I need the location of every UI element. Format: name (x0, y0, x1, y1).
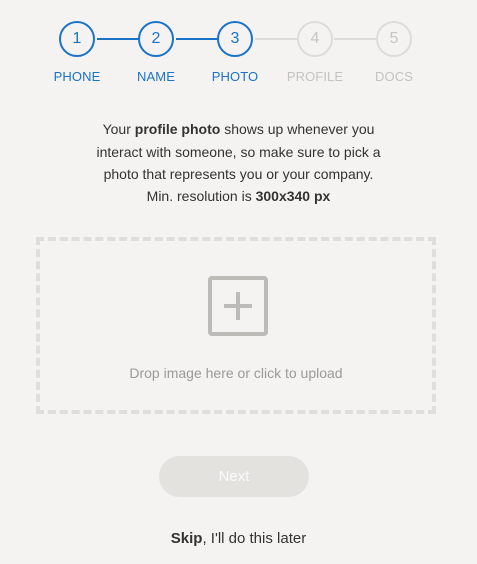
step-connector (255, 38, 297, 40)
step-3-circle[interactable]: 3 (217, 21, 253, 57)
step-2-label: NAME (137, 69, 175, 84)
dropzone-text: Drop image here or click to upload (129, 365, 343, 381)
skip-link[interactable]: Skip (171, 530, 203, 547)
progress-stepper: 1 2 3 4 5 PHONE NAME PHOTO PROFILE DOCS (0, 0, 477, 100)
image-dropzone[interactable]: Drop image here or click to upload (36, 237, 436, 414)
step-connector (176, 38, 218, 40)
step-1-label: PHONE (53, 69, 101, 84)
skip-rest-text: , I'll do this later (202, 530, 307, 547)
step-5-circle: 5 (376, 21, 412, 57)
step-connector (97, 38, 139, 40)
intro-prefix: Your (102, 121, 135, 137)
step-5-label: DOCS (375, 69, 413, 84)
intro-text: Your profile photo shows up whenever you… (78, 118, 399, 186)
min-resolution-note: Min. resolution is 300x340 px (0, 188, 477, 204)
skip-note: Skip, I'll do this later (0, 530, 477, 547)
step-1-circle[interactable]: 1 (59, 21, 95, 57)
intro-emphasis: profile photo (134, 121, 221, 137)
step-4-circle: 4 (297, 21, 333, 57)
min-resolution-value: 300x340 px (255, 188, 331, 204)
step-4-label: PROFILE (286, 69, 344, 84)
add-image-icon (208, 276, 268, 336)
step-2-circle[interactable]: 2 (138, 21, 174, 57)
next-button[interactable]: Next (159, 456, 309, 497)
step-3-label: PHOTO (211, 69, 259, 84)
min-resolution-label: Min. resolution is (146, 188, 256, 204)
step-connector (334, 38, 376, 40)
